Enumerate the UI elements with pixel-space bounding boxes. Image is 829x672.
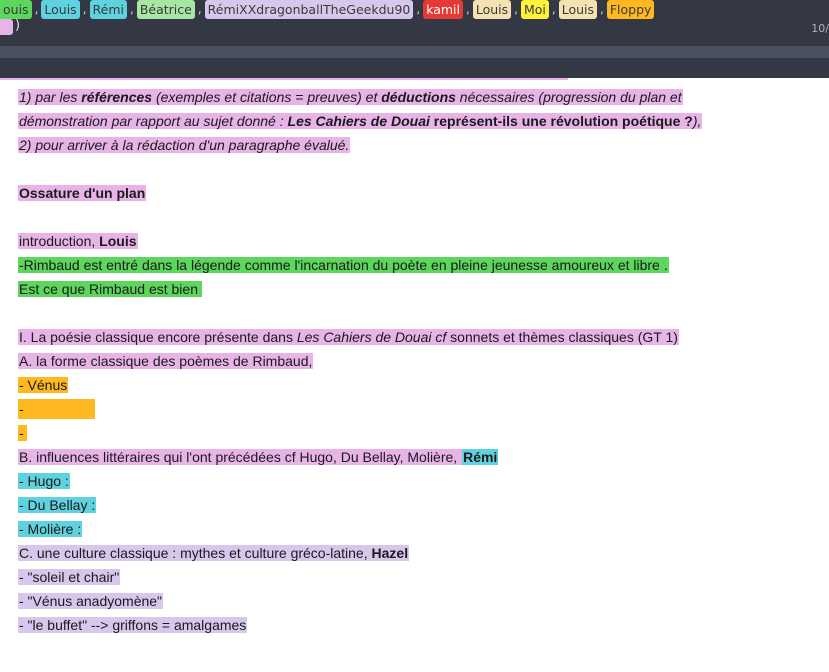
part-1-text: I. La poésie classique encore présente d… — [18, 329, 679, 345]
intro-author: Louis — [99, 233, 137, 249]
author-color-marker — [0, 19, 13, 35]
soleil-text: - "soleil et chair" — [18, 569, 121, 585]
heading-ossature: Ossature d'un plan — [18, 183, 147, 203]
paragraph-line-1: 1) par les références (exemples et citat… — [18, 87, 683, 107]
rimbaud-text: -Rimbaud est entré dans la légende comme… — [18, 257, 669, 273]
part-c-text: C. une culture classique : mythes et cul… — [18, 545, 410, 561]
authors-bar: ouis, Louis, Rémi, Béatrice, RémiXXdragonbal… — [0, 0, 655, 19]
dubellay-text: - Du Bellay : — [18, 497, 97, 513]
line-3-text: 2) pour arriver à la rédaction d'un para… — [18, 137, 351, 153]
author-chip[interactable]: ouis — [0, 0, 32, 19]
chip-separator: , — [416, 2, 421, 16]
author-chip[interactable]: Rémi — [89, 0, 127, 19]
bold-references: références — [81, 89, 153, 105]
line-1-text: 1) par les références (exemples et citat… — [18, 89, 683, 105]
venus-line: - Vénus — [18, 375, 69, 395]
closing-paren: ) — [15, 18, 21, 33]
author-chip[interactable]: Moi — [520, 0, 549, 19]
hugo-line: - Hugo : — [18, 471, 70, 491]
dash-1-text: - — [18, 399, 95, 419]
bold-deductions: déductions — [381, 89, 456, 105]
author-chip[interactable]: RémiXXdragonballTheGeekdu90 — [204, 0, 414, 19]
venus-anadyomene-text: - "Vénus anadyomène" — [18, 593, 164, 609]
part-a-line: A. la forme classique des poèmes de Rimb… — [18, 351, 314, 371]
line-2-text: démonstration par rapport au sujet donné… — [18, 113, 703, 129]
part-a-text: A. la forme classique des poèmes de Rimb… — [18, 353, 314, 369]
ossature-text: Ossature d'un plan — [18, 185, 147, 201]
rimbaud-line: -Rimbaud est entré dans la légende comme… — [18, 255, 669, 275]
intro-line: introduction, Louis — [18, 231, 138, 251]
author-chip[interactable]: Louis — [472, 0, 512, 19]
document-body[interactable]: 1) par les références (exemples et citat… — [0, 78, 829, 672]
author-chip[interactable]: Béatrice — [136, 0, 195, 19]
part-1-line: I. La poésie classique encore présente d… — [18, 327, 679, 347]
author-chip[interactable]: Floppy — [606, 0, 655, 19]
orange-dash-line-2: - — [18, 423, 27, 443]
est-ce-text: Est ce que Rimbaud est bien — [18, 281, 202, 297]
chip-separator: , — [600, 2, 604, 16]
part-b-line: B. influences littéraires qui l'ont préc… — [18, 447, 499, 467]
part-c-author: Hazel — [371, 545, 409, 561]
part-b-text: B. influences littéraires qui l'ont préc… — [18, 449, 463, 465]
chip-separator: , — [82, 2, 87, 16]
part-c-line: C. une culture classique : mythes et cul… — [18, 543, 410, 563]
page-indicator: 10/ — [811, 22, 829, 35]
moliere-line: - Molière : — [18, 519, 83, 539]
chip-separator: , — [551, 2, 556, 16]
book-title: Les Cahiers de Douai — [287, 113, 430, 129]
est-ce-line: Est ce que Rimbaud est bien — [18, 279, 202, 299]
chip-separator: , — [197, 2, 202, 16]
moliere-text: - Molière : — [18, 521, 83, 537]
soleil-line: - "soleil et chair" — [18, 567, 121, 587]
author-chip[interactable]: Louis — [41, 0, 80, 19]
venus-anadyomene-line: - "Vénus anadyomène" — [18, 591, 164, 611]
hugo-text: - Hugo : — [18, 473, 70, 489]
chip-separator: , — [514, 2, 518, 16]
toolbar-strip — [0, 46, 829, 58]
question-text: représent-ils une révolution poétique ? — [429, 113, 693, 129]
buffet-line: - "le buffet" --> griffons = amalgames — [18, 615, 248, 635]
intro-text: introduction, Louis — [18, 233, 138, 249]
author-chip[interactable]: kamil — [423, 0, 463, 19]
part-1-title: Les Cahiers de Douai cf — [296, 329, 447, 345]
clipped-highlighted-line — [0, 78, 568, 80]
orange-dash-line-1: - — [18, 399, 95, 419]
chip-separator: , — [466, 2, 470, 16]
buffet-text: - "le buffet" --> griffons = amalgames — [18, 617, 248, 633]
paragraph-line-3: 2) pour arriver à la rédaction d'un para… — [18, 135, 351, 155]
part-b-author: Rémi — [462, 449, 499, 465]
dubellay-line: - Du Bellay : — [18, 495, 97, 515]
chip-separator: , — [34, 2, 39, 16]
author-chip[interactable]: Louis — [558, 0, 598, 19]
header-row-2: ) 10/ — [0, 18, 829, 39]
dash-2-text: - — [18, 425, 27, 441]
chip-separator: , — [130, 2, 134, 16]
collaboration-header: ouis, Louis, Rémi, Béatrice, RémiXXdragonbal… — [0, 0, 829, 78]
venus-text: - Vénus — [18, 377, 69, 393]
paragraph-line-2: démonstration par rapport au sujet donné… — [18, 111, 703, 131]
